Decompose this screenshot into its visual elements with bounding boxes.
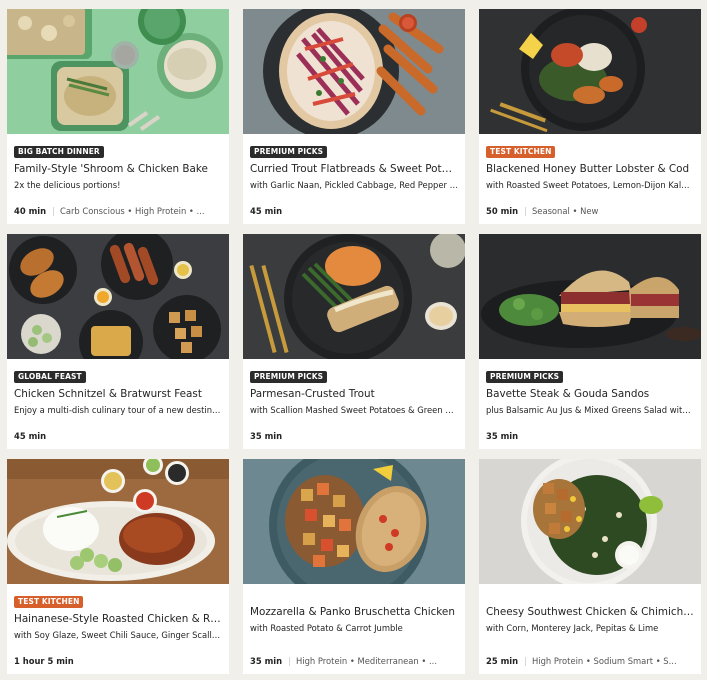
cook-time: 35 min	[250, 431, 283, 441]
cook-time: 45 min	[14, 431, 47, 441]
meta-divider: |	[524, 206, 527, 216]
recipe-card[interactable]: Mozzarella & Panko Bruschetta Chicken wi…	[243, 459, 465, 674]
recipe-meta: 25 min | High Protein • Sodium Smart • S..…	[486, 655, 694, 667]
meta-divider: |	[52, 206, 55, 216]
cook-time: 25 min	[486, 656, 519, 666]
recipe-meta: 50 min | Seasonal • New	[486, 205, 694, 217]
recipe-meta: 45 min	[14, 430, 222, 442]
recipe-image[interactable]	[243, 9, 465, 134]
recipe-tags: High Protein • Mediterranean • ...	[295, 656, 437, 666]
recipe-subtitle: with Scallion Mashed Sweet Potatoes & Gr…	[250, 405, 458, 415]
recipe-badge: PREMIUM PICKS	[250, 146, 328, 158]
cook-time: 50 min	[486, 206, 519, 216]
recipe-meta: 40 min | Carb Conscious • High Protein • .…	[14, 205, 222, 217]
recipe-tags: Carb Conscious • High Protein • ...	[59, 206, 205, 216]
recipe-title[interactable]: Blackened Honey Butter Lobster & Cod	[486, 162, 694, 176]
recipe-card[interactable]: BIG BATCH DINNER Family-Style 'Shroom & …	[7, 9, 229, 224]
recipe-meta: 35 min	[486, 430, 694, 442]
recipe-subtitle: with Roasted Sweet Potatoes, Lemon-Dijon…	[486, 180, 694, 190]
cook-time: 35 min	[486, 431, 519, 441]
recipe-card[interactable]: PREMIUM PICKS Bavette Steak & Gouda Sand…	[479, 234, 701, 449]
recipe-subtitle: with Garlic Naan, Pickled Cabbage, Red P…	[250, 180, 458, 190]
cook-time: 35 min	[250, 656, 283, 666]
recipe-badge: GLOBAL FEAST	[14, 371, 86, 383]
recipe-title[interactable]: Cheesy Southwest Chicken & Chimichur...	[486, 605, 694, 619]
recipe-badge: PREMIUM PICKS	[250, 371, 328, 383]
recipe-title[interactable]: Chicken Schnitzel & Bratwurst Feast	[14, 387, 222, 401]
recipe-badge: BIG BATCH DINNER	[14, 146, 104, 158]
recipe-image[interactable]	[479, 459, 701, 584]
recipe-subtitle: plus Balsamic Au Jus & Mixed Greens Sala…	[486, 405, 694, 415]
recipe-image[interactable]	[243, 234, 465, 359]
recipe-title[interactable]: Bavette Steak & Gouda Sandos	[486, 387, 694, 401]
recipe-meta: 35 min	[250, 430, 458, 442]
recipe-image[interactable]	[7, 459, 229, 584]
recipe-title[interactable]: Curried Trout Flatbreads & Sweet Potato.…	[250, 162, 458, 176]
recipe-tags: Seasonal • New	[531, 206, 599, 216]
recipe-title[interactable]: Mozzarella & Panko Bruschetta Chicken	[250, 605, 458, 619]
badge-placeholder	[486, 589, 694, 601]
recipe-meta: 45 min	[250, 205, 458, 217]
recipe-card[interactable]: Cheesy Southwest Chicken & Chimichur... …	[479, 459, 701, 674]
recipe-title[interactable]: Parmesan-Crusted Trout	[250, 387, 458, 401]
recipe-card[interactable]: TEST KITCHEN Blackened Honey Butter Lobs…	[479, 9, 701, 224]
recipe-badge: TEST KITCHEN	[486, 146, 556, 158]
recipe-title[interactable]: Hainanese-Style Roasted Chicken & Rice	[14, 612, 222, 626]
recipe-card[interactable]: PREMIUM PICKS Curried Trout Flatbreads &…	[243, 9, 465, 224]
recipe-subtitle: Enjoy a multi-dish culinary tour of a ne…	[14, 405, 222, 415]
recipe-badge: TEST KITCHEN	[14, 596, 84, 608]
meta-divider: |	[288, 656, 291, 666]
recipe-subtitle: 2x the delicious portions!	[14, 180, 121, 190]
recipe-card[interactable]: TEST KITCHEN Hainanese-Style Roasted Chi…	[7, 459, 229, 674]
recipe-image[interactable]	[7, 9, 229, 134]
recipe-image[interactable]	[7, 234, 229, 359]
recipe-title[interactable]: Family-Style 'Shroom & Chicken Bake	[14, 162, 222, 176]
recipe-subtitle: with Soy Glaze, Sweet Chili Sauce, Ginge…	[14, 630, 222, 640]
recipe-card[interactable]: GLOBAL FEAST Chicken Schnitzel & Bratwur…	[7, 234, 229, 449]
recipe-tags: High Protein • Sodium Smart • S...	[531, 656, 677, 666]
recipe-image[interactable]	[243, 459, 465, 584]
recipe-meta: 1 hour 5 min	[14, 655, 222, 667]
cook-time: 1 hour 5 min	[14, 656, 74, 666]
recipe-grid: BIG BATCH DINNER Family-Style 'Shroom & …	[7, 9, 701, 674]
recipe-badge: PREMIUM PICKS	[486, 371, 564, 383]
meta-divider: |	[524, 656, 527, 666]
recipe-subtitle: with Corn, Monterey Jack, Pepitas & Lime	[486, 623, 659, 633]
recipe-image[interactable]	[479, 9, 701, 134]
recipe-subtitle: with Roasted Potato & Carrot Jumble	[250, 623, 403, 633]
badge-placeholder	[250, 589, 458, 601]
recipe-image[interactable]	[479, 234, 701, 359]
cook-time: 45 min	[250, 206, 283, 216]
recipe-card[interactable]: PREMIUM PICKS Parmesan-Crusted Trout wit…	[243, 234, 465, 449]
recipe-meta: 35 min | High Protein • Mediterranean • ..…	[250, 655, 458, 667]
cook-time: 40 min	[14, 206, 47, 216]
